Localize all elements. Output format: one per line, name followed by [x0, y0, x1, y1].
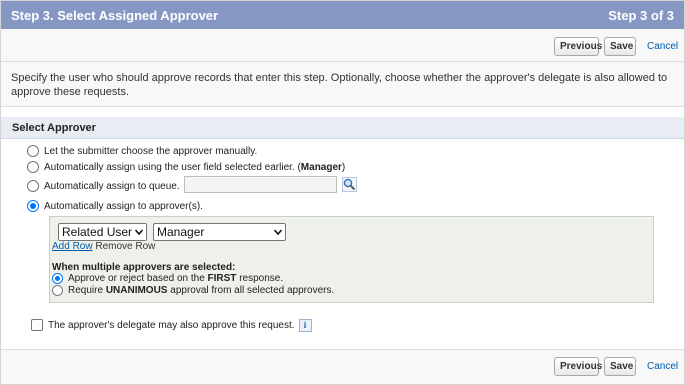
option-queue-label: Automatically assign to queue. [44, 180, 180, 192]
radio-user-field[interactable] [27, 161, 39, 173]
info-icon[interactable]: i [298, 318, 312, 332]
queue-input[interactable] [184, 176, 337, 193]
delegate-checkbox[interactable] [31, 319, 43, 331]
radio-queue[interactable] [27, 180, 39, 192]
previous-button-bottom[interactable]: Previous [554, 357, 602, 376]
row-actions: Add Row Remove Row [52, 241, 155, 252]
option-manual[interactable]: Let the submitter choose the approver ma… [27, 144, 257, 158]
cancel-link-bottom[interactable]: Cancel [647, 361, 678, 372]
step-header: Step 3. Select Assigned Approver Step 3 … [1, 1, 684, 29]
step-description: Specify the user who should approve reco… [11, 72, 668, 98]
approver-type-select[interactable]: Related User [58, 223, 147, 241]
magnifier-lookup-icon[interactable] [342, 177, 357, 192]
delegate-option[interactable]: The approver's delegate may also approve… [31, 318, 312, 332]
option-user-field-label: Automatically assign using the user fiel… [44, 161, 346, 173]
option-user-field[interactable]: Automatically assign using the user fiel… [27, 160, 345, 174]
save-button-bottom[interactable]: Save [604, 357, 636, 376]
previous-button[interactable]: Previous [554, 37, 602, 56]
add-row-link[interactable]: Add Row [52, 241, 93, 252]
option-first-response-label: Approve or reject based on the FIRST res… [68, 272, 284, 284]
chevron-down-icon [274, 229, 282, 236]
radio-first-response[interactable] [52, 272, 63, 284]
radio-approvers[interactable] [27, 200, 39, 212]
chevron-down-icon [135, 229, 143, 236]
radio-manual[interactable] [27, 145, 39, 157]
cancel-link[interactable]: Cancel [647, 41, 678, 52]
user-field-name: Manager [300, 161, 342, 173]
step-title: Step 3. Select Assigned Approver [11, 8, 219, 23]
option-queue[interactable]: Automatically assign to queue. [27, 179, 180, 193]
section-header: Select Approver [1, 117, 684, 139]
option-unanimous[interactable]: Require UNANIMOUS approval from all sele… [52, 283, 334, 297]
option-manual-label: Let the submitter choose the approver ma… [44, 145, 258, 157]
radio-unanimous[interactable] [52, 284, 63, 296]
wizard-frame: Step 3. Select Assigned Approver Step 3 … [0, 0, 685, 385]
option-approvers[interactable]: Automatically assign to approver(s). [27, 199, 203, 213]
delegate-label: The approver's delegate may also approve… [48, 319, 295, 331]
save-button[interactable]: Save [604, 37, 636, 56]
section-title: Select Approver [12, 122, 96, 134]
option-unanimous-label: Require UNANIMOUS approval from all sele… [68, 284, 335, 296]
step-counter: Step 3 of 3 [608, 8, 674, 23]
remove-row-text: Remove Row [95, 241, 156, 252]
option-approvers-label: Automatically assign to approver(s). [44, 200, 203, 212]
approver-field-select[interactable]: Manager [153, 223, 286, 241]
top-button-bar: Previous Save Cancel [1, 30, 684, 62]
bottom-button-bar: Previous Save Cancel [1, 349, 684, 381]
